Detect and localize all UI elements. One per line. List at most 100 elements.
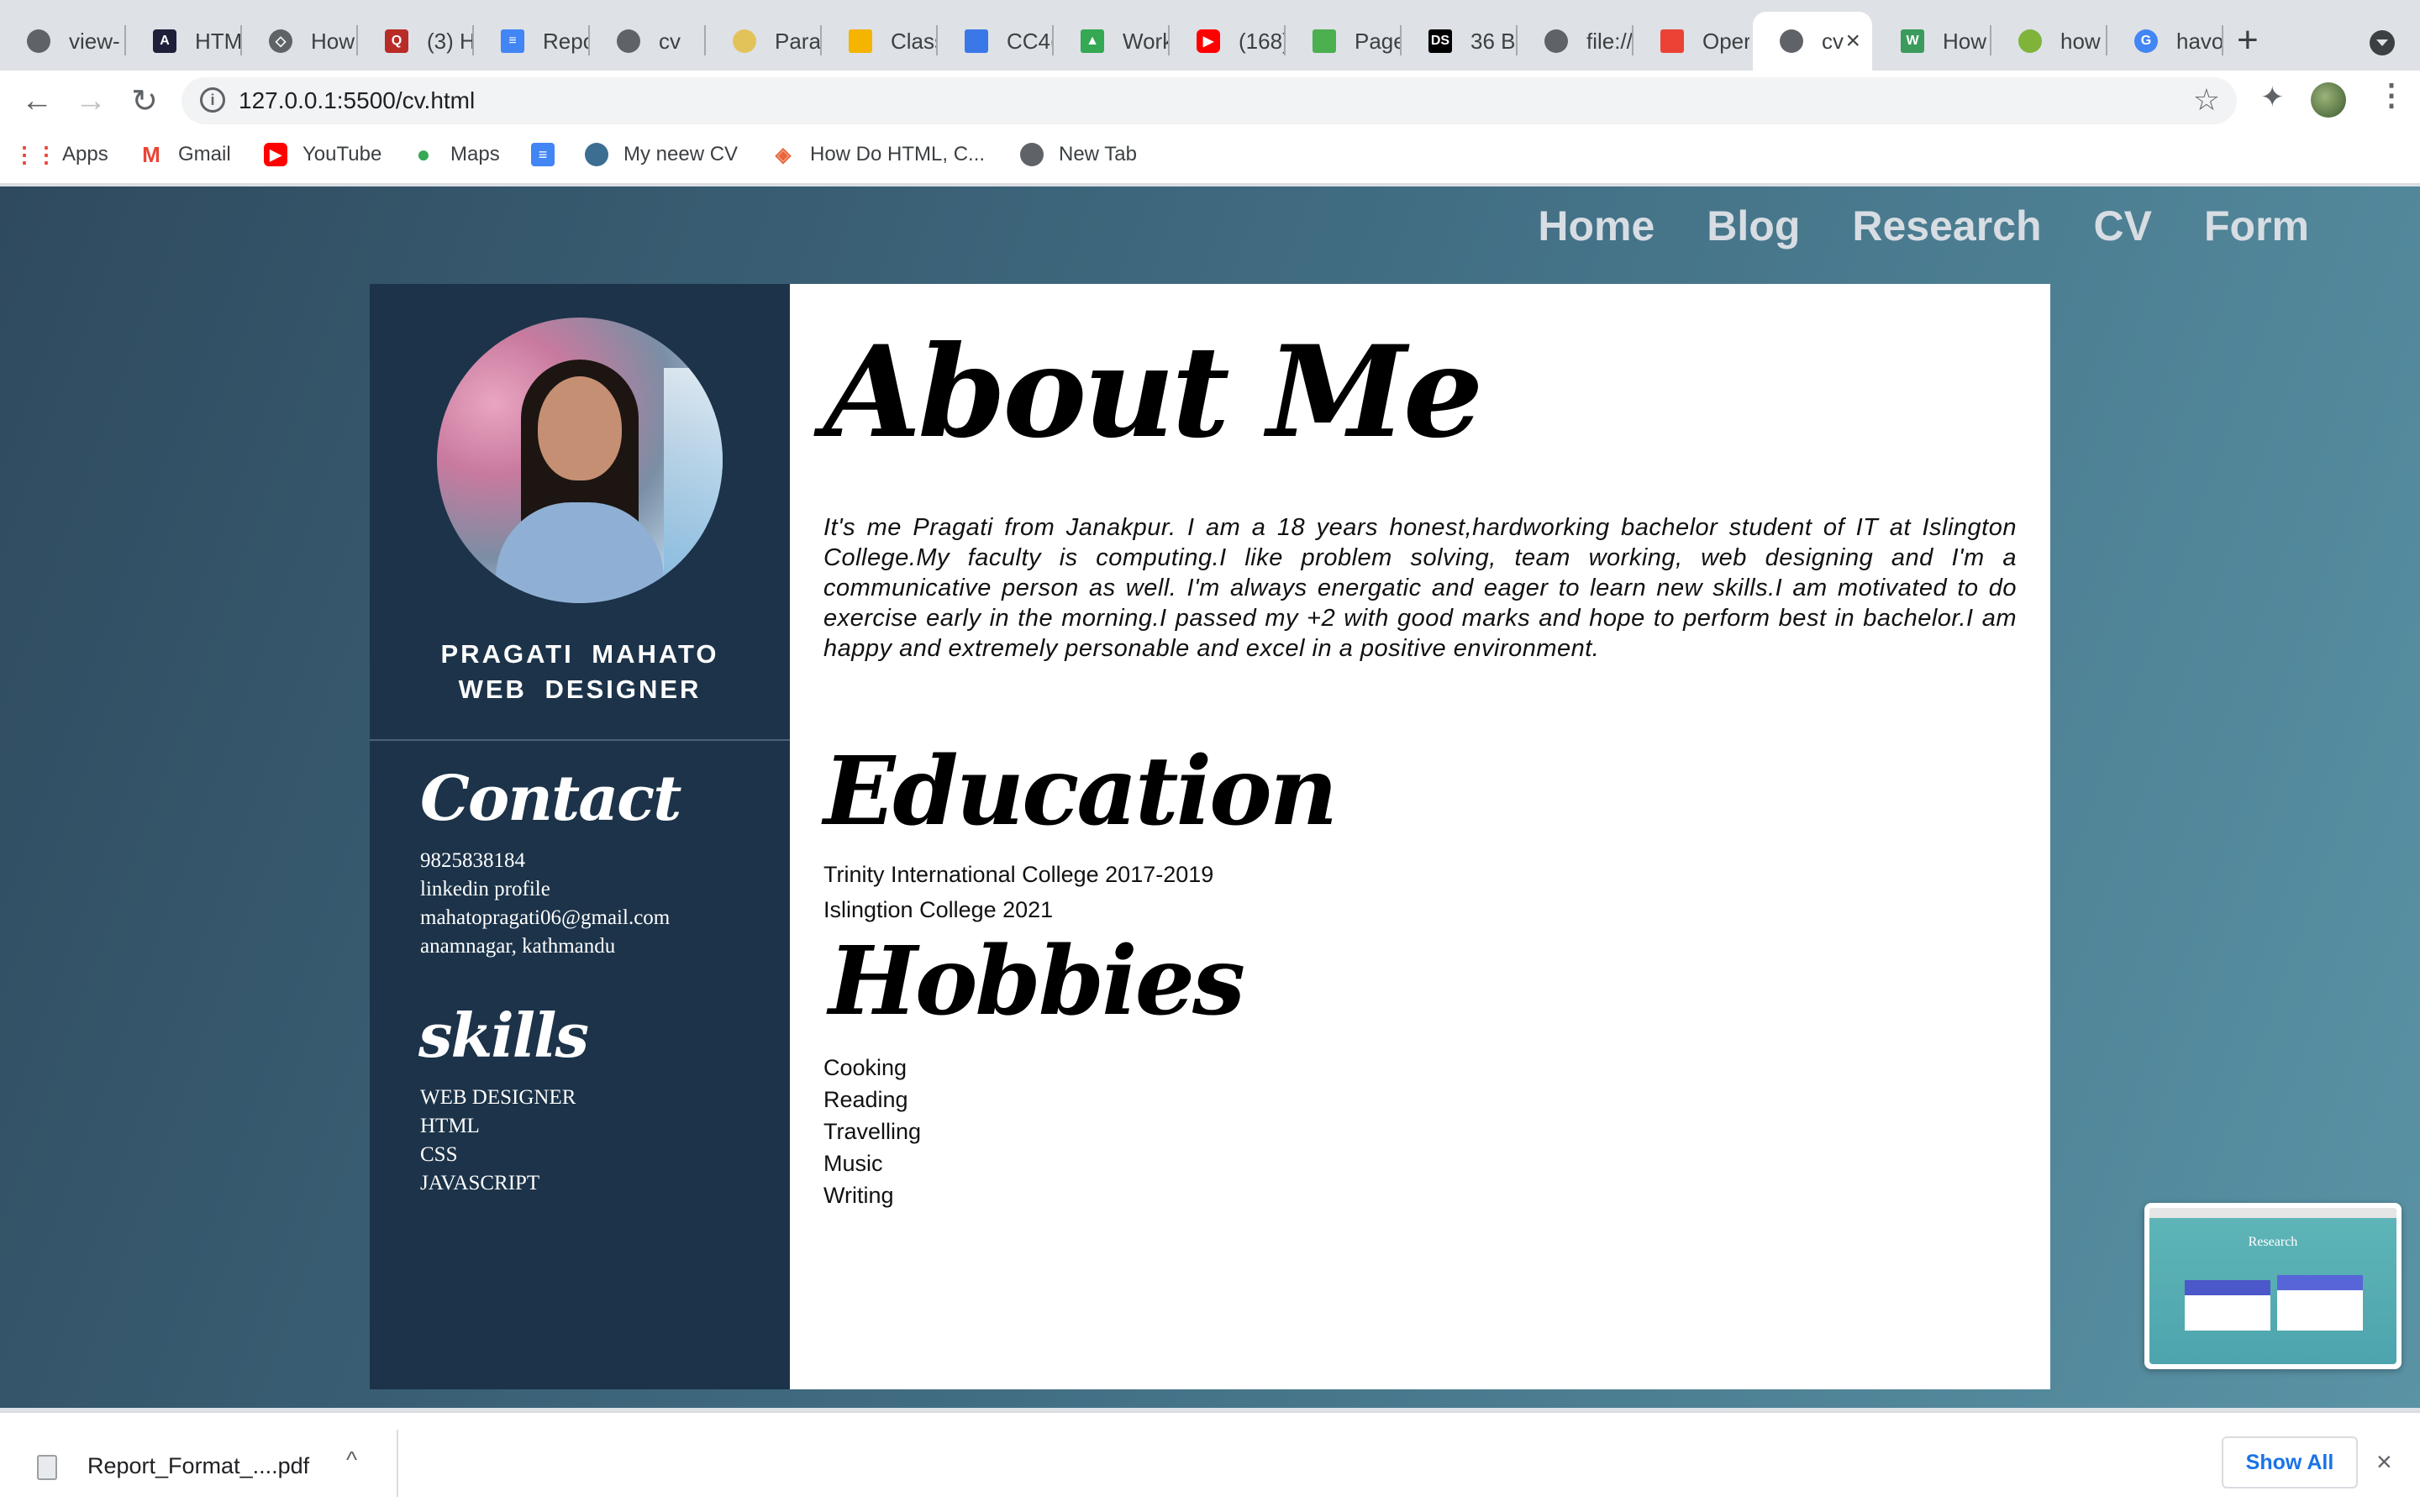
- forward-button[interactable]: →: [71, 81, 111, 121]
- address-bar[interactable]: i 127.0.0.1:5500/cv.html ☆: [182, 77, 2237, 124]
- globe-icon: [617, 29, 640, 53]
- education-heading: Education: [823, 737, 1338, 847]
- browser-tab[interactable]: cv: [590, 12, 706, 71]
- window-thumbnail-preview[interactable]: Research: [2144, 1203, 2402, 1369]
- globe-icon: [1780, 29, 1803, 53]
- docs-icon: ≡: [531, 143, 555, 166]
- pdf-file-icon: [37, 1455, 57, 1480]
- globe-icon: [585, 143, 608, 166]
- browser-tab[interactable]: Page: [1286, 12, 1402, 71]
- bookmark-html-css[interactable]: ◈ How Do HTML, C...: [771, 143, 985, 166]
- gmail-icon: M: [142, 141, 160, 167]
- back-button[interactable]: ←: [17, 81, 57, 121]
- html-icon: ◈: [775, 143, 792, 166]
- bookmarks-bar: ⋮⋮ Apps M Gmail ▶ YouTube ● Maps ≡ My neew C…: [0, 131, 2420, 185]
- globe-icon: [1020, 143, 1044, 166]
- hobbies-heading: Hobbies: [829, 927, 1245, 1037]
- profile-name: PRAGATI MAHATO: [440, 639, 719, 669]
- bookmark-docs[interactable]: ≡: [531, 143, 570, 166]
- bookmark-gmail[interactable]: M Gmail: [139, 141, 231, 167]
- browser-tab[interactable]: Class: [822, 12, 938, 71]
- apps-grid-icon: ⋮⋮: [13, 141, 57, 167]
- sidebar-divider: [370, 739, 790, 741]
- browser-tab[interactable]: AHTMI: [126, 12, 242, 71]
- bookmark-star-icon[interactable]: ☆: [2193, 82, 2220, 118]
- browser-tab[interactable]: Oper: [1634, 12, 1749, 71]
- close-tab-icon[interactable]: ×: [1845, 27, 1860, 55]
- globe-icon: [27, 29, 50, 53]
- cv-sidebar: PRAGATI MAHATO WEB DESIGNER Contact 9825…: [370, 284, 790, 1389]
- wikihow-icon: W: [1901, 29, 1924, 53]
- browser-tab[interactable]: Ghavo: [2107, 12, 2223, 71]
- hobby-item: Travelling: [823, 1119, 922, 1144]
- new-tab-button[interactable]: +: [2237, 22, 2259, 59]
- download-filename[interactable]: Report_Format_....pdf: [87, 1453, 309, 1479]
- bookmark-my-cv[interactable]: My neew CV: [585, 143, 738, 166]
- google-icon: G: [2134, 29, 2158, 53]
- education-list: Trinity International College 2017-2019 …: [823, 857, 1213, 927]
- nav-link-home[interactable]: Home: [1538, 202, 1655, 250]
- browser-tab-active[interactable]: cv ×: [1753, 12, 1872, 71]
- browser-tab[interactable]: DS 36 B: [1402, 12, 1518, 71]
- url-text[interactable]: 127.0.0.1:5500/cv.html: [239, 87, 475, 114]
- chevron-up-icon[interactable]: ^: [346, 1446, 357, 1473]
- contact-linkedin[interactable]: linkedin profile: [420, 875, 670, 904]
- bookmark-apps[interactable]: ⋮⋮ Apps: [13, 141, 108, 167]
- skill-item: HTML: [420, 1115, 480, 1137]
- skill-item: WEB DESIGNER: [420, 1086, 576, 1109]
- bookmark-new-tab[interactable]: New Tab: [1020, 143, 1137, 166]
- classroom-icon: [965, 29, 988, 53]
- nav-link-blog[interactable]: Blog: [1707, 202, 1800, 250]
- bookmark-maps[interactable]: ● Maps: [412, 141, 500, 167]
- cv-card: PRAGATI MAHATO WEB DESIGNER Contact 9825…: [370, 284, 2050, 1389]
- show-all-button[interactable]: Show All: [2222, 1436, 2358, 1488]
- contact-email[interactable]: mahatopragati06@gmail.com: [420, 904, 670, 932]
- browser-tab[interactable]: ▲ Work: [1054, 12, 1170, 71]
- browser-tab[interactable]: view-: [0, 12, 126, 71]
- browser-tab[interactable]: CC4(: [938, 12, 1054, 71]
- browser-tab[interactable]: ▶ (168): [1170, 12, 1286, 71]
- tab-strip: view- AHTMI ◇How Q(3) H ≡Repo cv Parap C…: [0, 0, 2420, 71]
- browser-tab[interactable]: Q (3) H: [358, 12, 474, 71]
- download-shelf: Report_Format_....pdf ^ Show All ×: [0, 1411, 2420, 1512]
- skills-list: WEB DESIGNER HTML CSS JAVASCRIPT: [420, 1084, 576, 1198]
- browser-tab[interactable]: ≡ Repo: [474, 12, 590, 71]
- hobby-item: Reading: [823, 1087, 908, 1112]
- page-icon: [1313, 29, 1336, 53]
- education-item: Islingtion College 2021: [823, 897, 1054, 922]
- profile-name-block: PRAGATI MAHATO WEB DESIGNER: [370, 637, 790, 707]
- cv-main: About Me It's me Pragati from Janakpur. …: [790, 284, 2050, 1389]
- browser-menu-icon[interactable]: ⋮: [2376, 77, 2407, 113]
- site-nav: Home Blog Research CV Form: [1538, 202, 2309, 250]
- shelf-divider: [397, 1430, 398, 1497]
- html-icon: A: [153, 29, 176, 53]
- profile-avatar[interactable]: [2311, 82, 2346, 118]
- browser-tab[interactable]: file://: [1518, 12, 1634, 71]
- globe-icon: [1544, 29, 1568, 53]
- reload-button[interactable]: ↻: [124, 81, 165, 121]
- drive-icon: ▲: [1081, 29, 1104, 53]
- browser-tab[interactable]: W How: [1874, 12, 1991, 71]
- education-item: Trinity International College 2017-2019: [823, 862, 1214, 887]
- browser-tab[interactable]: how: [1991, 12, 2107, 71]
- nav-link-form[interactable]: Form: [2204, 202, 2309, 250]
- skill-item: CSS: [420, 1143, 458, 1166]
- nav-link-research[interactable]: Research: [1852, 202, 2041, 250]
- profile-photo: [437, 318, 723, 603]
- page-icon: [1660, 29, 1684, 53]
- nav-link-cv[interactable]: CV: [2094, 202, 2152, 250]
- skill-item: JAVASCRIPT: [420, 1172, 540, 1194]
- bookmark-youtube[interactable]: ▶ YouTube: [264, 143, 381, 166]
- browser-tab[interactable]: Parap: [706, 12, 822, 71]
- hobby-item: Writing: [823, 1183, 894, 1208]
- tab-search-icon[interactable]: [2370, 30, 2395, 55]
- close-icon[interactable]: ×: [2376, 1446, 2392, 1478]
- extensions-icon[interactable]: ✦: [2260, 81, 2285, 114]
- thumbnail-card: [2277, 1275, 2363, 1331]
- browser-tab[interactable]: ◇ How: [242, 12, 358, 71]
- page-viewport: Home Blog Research CV Form PRAGATI MAHAT…: [0, 186, 2420, 1408]
- site-info-icon[interactable]: i: [200, 87, 225, 113]
- docs-icon: ≡: [501, 29, 524, 53]
- skills-heading: skills: [418, 1000, 589, 1071]
- contact-phone: 9825838184: [420, 849, 525, 872]
